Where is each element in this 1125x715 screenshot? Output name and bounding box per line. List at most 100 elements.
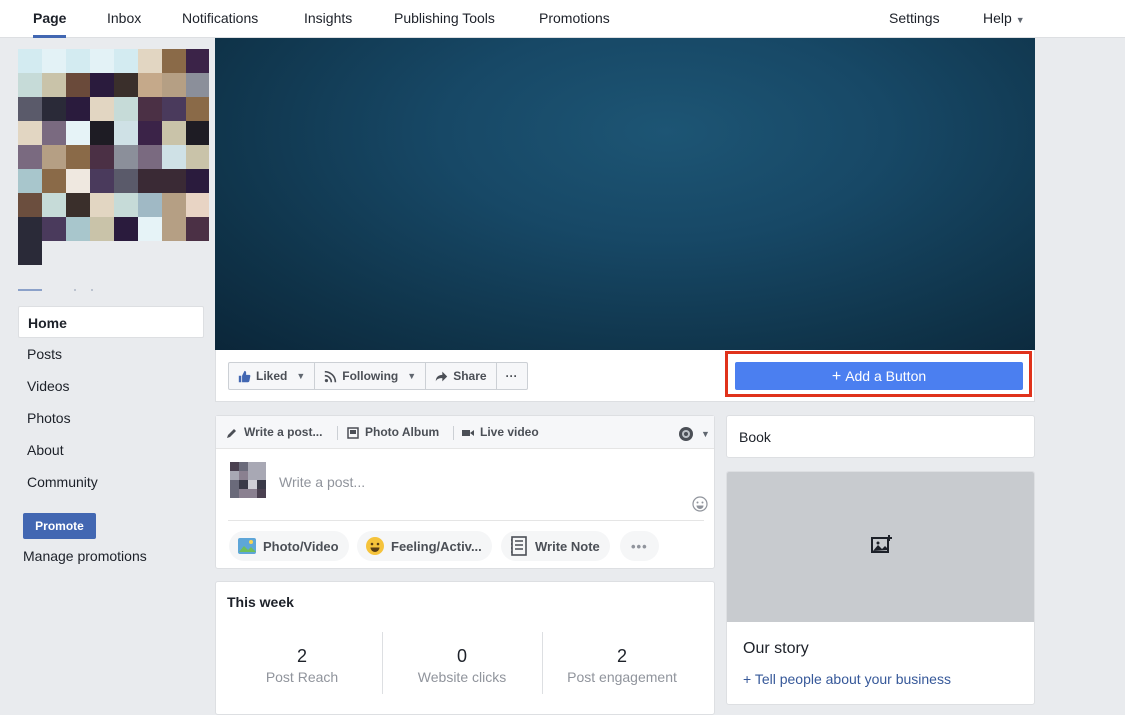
- stat-website-clicks[interactable]: 0 Website clicks: [382, 646, 542, 685]
- book-button[interactable]: Book: [726, 415, 1035, 458]
- tab-live-video[interactable]: Live video: [462, 416, 539, 449]
- write-note-button[interactable]: Write Note: [501, 531, 610, 561]
- tab-promotions[interactable]: Promotions: [539, 0, 610, 38]
- mosaic-tile: [66, 145, 90, 169]
- sidebar-item-about[interactable]: About: [18, 434, 204, 466]
- mosaic-tile: [114, 73, 138, 97]
- post-composer: Write a post... Photo Album Live video ▼…: [215, 415, 715, 569]
- mosaic-tile: [42, 121, 66, 145]
- mosaic-tile: [239, 489, 248, 498]
- emoji-icon[interactable]: [692, 496, 708, 512]
- mosaic-tile: [248, 489, 257, 498]
- following-label: Following: [342, 369, 399, 383]
- mosaic-tile: [66, 73, 90, 97]
- mosaic-tile: [42, 169, 66, 193]
- sidebar-item-videos[interactable]: Videos: [18, 370, 204, 402]
- cover-photo[interactable]: [215, 38, 1035, 350]
- mosaic-tile: [90, 121, 114, 145]
- mosaic-tile: [42, 97, 66, 121]
- share-button[interactable]: Share: [426, 363, 497, 389]
- feeling-activity-button[interactable]: Feeling/Activ...: [357, 531, 492, 561]
- mosaic-tile: [90, 193, 114, 217]
- sidebar-item-photos[interactable]: Photos: [18, 402, 204, 434]
- stat-label: Website clicks: [417, 669, 507, 685]
- mosaic-tile: [90, 73, 114, 97]
- share-label: Share: [453, 369, 487, 383]
- photo-album-tab-label: Photo Album: [365, 425, 440, 439]
- tab-divider: [337, 426, 338, 440]
- mosaic-tile: [90, 49, 114, 73]
- this-week-card: This week 2 Post Reach 0 Website clicks …: [215, 581, 715, 715]
- mosaic-tile: [162, 97, 186, 121]
- tab-publishing-tools[interactable]: Publishing Tools: [394, 0, 495, 38]
- mosaic-tile: [42, 73, 66, 97]
- mosaic-tile: [162, 121, 186, 145]
- tell-people-link[interactable]: + Tell people about your business: [743, 671, 951, 687]
- mosaic-tile: [114, 97, 138, 121]
- stat-value: 2: [296, 646, 307, 666]
- mosaic-tile: [186, 49, 209, 73]
- page-actions-group: Liked ▼ Following ▼ Share ···: [228, 362, 528, 390]
- mosaic-tile: [18, 217, 42, 241]
- tab-photo-album[interactable]: Photo Album: [347, 416, 439, 449]
- plus-icon: +: [831, 368, 842, 385]
- photo-video-button[interactable]: Photo/Video: [229, 531, 349, 561]
- left-navigation: Home Posts Videos Photos About Community: [18, 306, 204, 498]
- liked-button[interactable]: Liked ▼: [229, 363, 316, 389]
- mosaic-tile: [90, 169, 114, 193]
- following-button[interactable]: Following ▼: [315, 363, 427, 389]
- mosaic-tile: [66, 49, 90, 73]
- mosaic-tile: [239, 480, 248, 489]
- write-note-label: Write Note: [535, 538, 600, 554]
- sidebar-item-posts[interactable]: Posts: [18, 338, 204, 370]
- tab-insights[interactable]: Insights: [304, 0, 352, 38]
- video-camera-icon: [462, 429, 474, 436]
- mosaic-tile: [162, 73, 186, 97]
- note-icon: [511, 536, 527, 556]
- feeling-activity-label: Feeling/Activ...: [391, 538, 482, 554]
- tab-write-post[interactable]: Write a post...: [226, 416, 322, 449]
- mosaic-tile: [42, 193, 66, 217]
- caret-down-icon: ▼: [701, 429, 710, 439]
- mosaic-tile: [18, 241, 42, 265]
- more-options-button[interactable]: ···: [497, 363, 527, 389]
- mosaic-tile: [186, 121, 209, 145]
- photo-video-label: Photo/Video: [263, 538, 339, 554]
- stat-post-reach[interactable]: 2 Post Reach: [222, 646, 382, 685]
- promote-button[interactable]: Promote: [23, 513, 96, 539]
- mosaic-tile: [257, 471, 266, 480]
- mosaic-tile: [186, 193, 209, 217]
- stat-value: 2: [616, 646, 627, 666]
- more-icon: ···: [505, 369, 518, 383]
- live-video-tab-label: Live video: [480, 425, 539, 439]
- tab-page[interactable]: Page: [33, 0, 67, 38]
- mosaic-tile: [248, 462, 257, 471]
- post-input[interactable]: Write a post...: [279, 474, 365, 490]
- stat-post-engagement[interactable]: 2 Post engagement: [542, 646, 702, 685]
- mosaic-tile: [162, 169, 186, 193]
- mosaic-tile: [18, 169, 42, 193]
- mosaic-tile: [66, 97, 90, 121]
- settings-link[interactable]: Settings: [889, 0, 940, 38]
- tab-notifications[interactable]: Notifications: [182, 0, 258, 38]
- audience-selector[interactable]: ▼: [678, 426, 710, 442]
- mosaic-tile: [248, 480, 257, 489]
- story-photo-placeholder[interactable]: [727, 472, 1034, 622]
- stat-label: Post Reach: [265, 669, 339, 685]
- sidebar-item-community[interactable]: Community: [18, 466, 204, 498]
- mosaic-tile: [114, 121, 138, 145]
- sidebar-item-home[interactable]: Home: [18, 306, 204, 338]
- tab-inbox[interactable]: Inbox: [107, 0, 141, 38]
- our-story-title: Our story: [743, 640, 809, 657]
- mosaic-tile: [257, 462, 266, 471]
- more-composer-options[interactable]: •••: [620, 531, 659, 561]
- mosaic-tile: [248, 471, 257, 480]
- mosaic-tile: [239, 462, 248, 471]
- manage-promotions-link[interactable]: Manage promotions: [23, 548, 147, 564]
- rss-icon: [324, 370, 337, 382]
- add-a-button[interactable]: + Add a Button: [735, 362, 1023, 390]
- smiley-face-icon: [366, 537, 384, 555]
- help-menu[interactable]: Help ▼: [983, 0, 1025, 38]
- profile-picture[interactable]: [18, 49, 209, 265]
- mosaic-tile: [114, 193, 138, 217]
